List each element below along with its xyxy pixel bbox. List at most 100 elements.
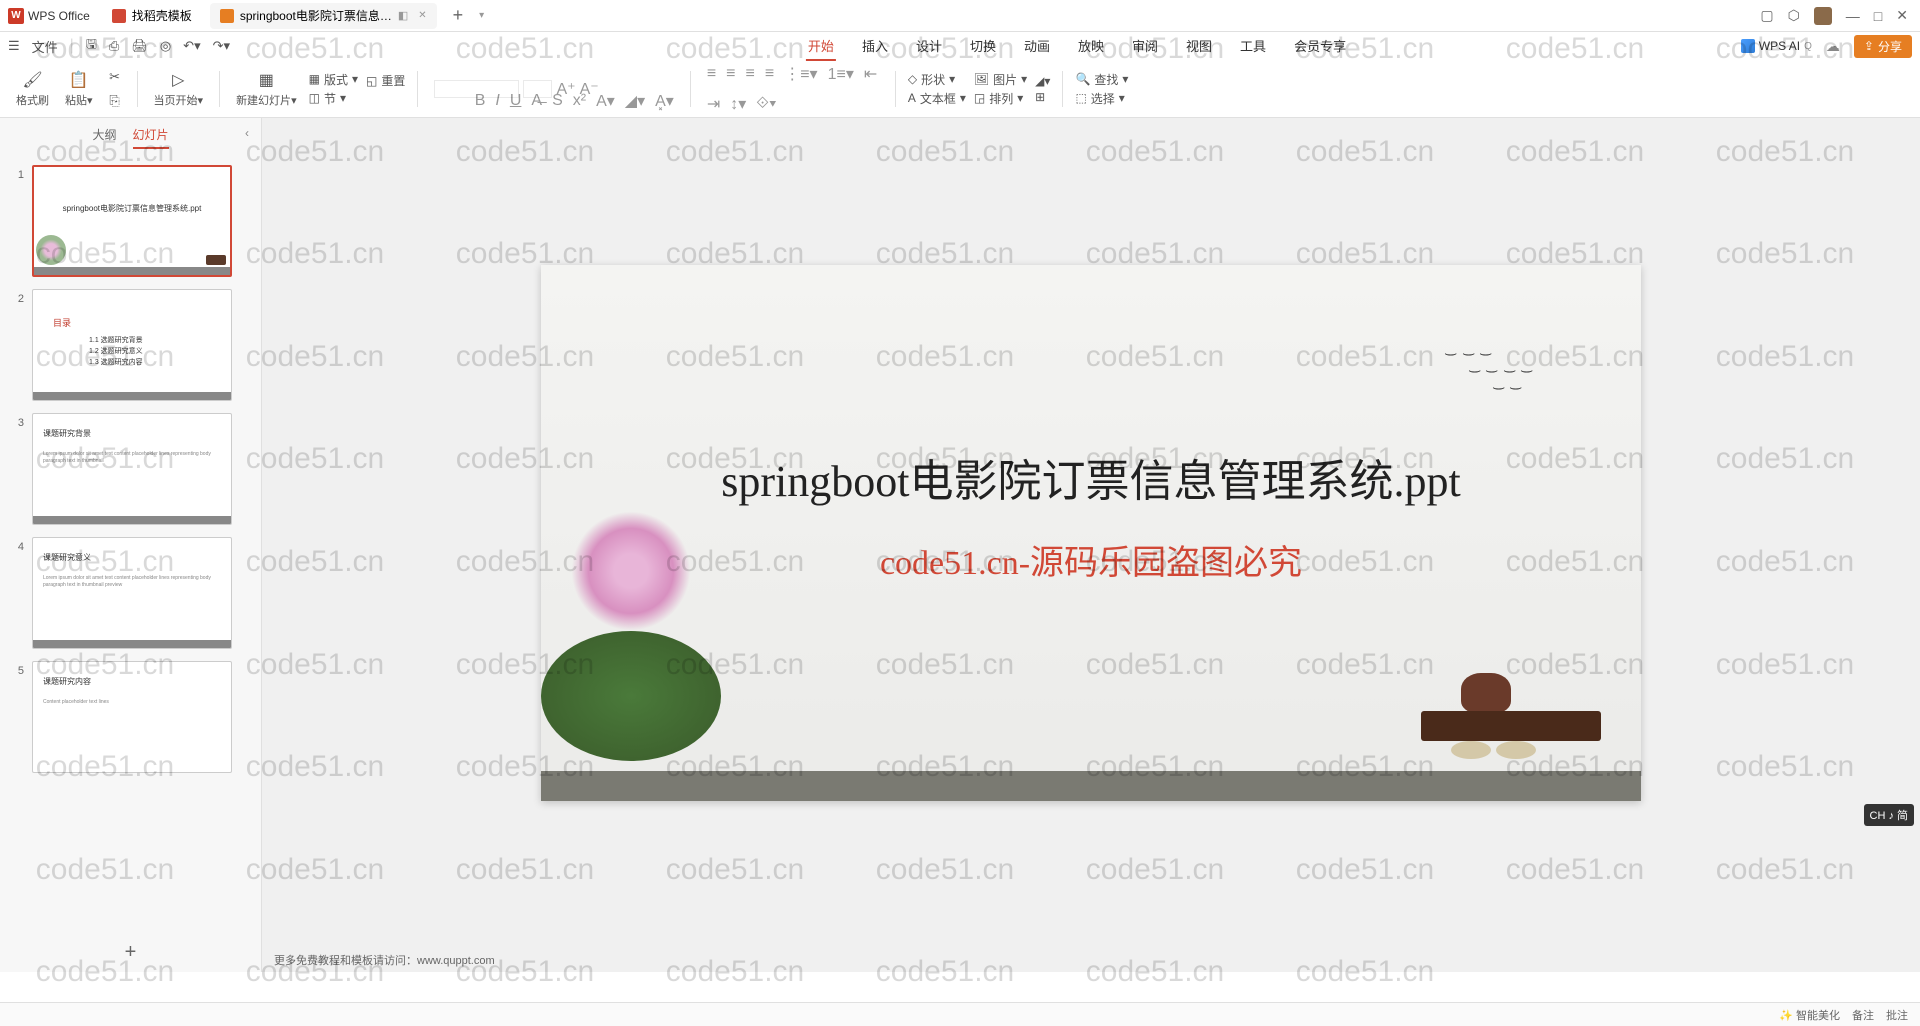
ribbon: 🖌 格式刷 📋 粘贴▾ ✂ ⎘ ▷ 当页开始▾ ▦ 新建幻灯片▾ ▦ 版式▾ ◫… (0, 60, 1920, 118)
underline-icon[interactable]: U (510, 92, 522, 110)
ribbon-layout[interactable]: ▦ 版式▾ (309, 71, 358, 88)
menu-insert[interactable]: 插入 (860, 32, 890, 61)
export-icon[interactable]: ⎙ (109, 38, 119, 54)
menu-transition[interactable]: 切换 (968, 32, 998, 61)
indent-dec-icon[interactable]: ⇤ (864, 64, 877, 84)
close-button[interactable]: ✕ (1896, 7, 1908, 24)
align-center-icon[interactable]: ≡ (726, 65, 735, 83)
tab-label: 找稻壳模板 (132, 7, 192, 24)
menu-icon[interactable]: ☰ (8, 38, 20, 54)
maximize-button[interactable]: □ (1874, 8, 1882, 24)
window-icon-2[interactable]: ⬡ (1788, 7, 1800, 24)
align-justify-icon[interactable]: ≡ (765, 65, 774, 83)
lotus-decoration (541, 481, 721, 761)
menu-member[interactable]: 会员专享 (1292, 32, 1348, 61)
collapse-panel-icon[interactable]: ‹ (245, 126, 249, 140)
menu-tools[interactable]: 工具 (1238, 32, 1268, 61)
app-name: WPS Office (28, 9, 90, 23)
superscript-icon[interactable]: x² (573, 92, 586, 110)
ribbon-section[interactable]: ◫ 节▾ (309, 90, 358, 107)
wps-ai-button[interactable]: WPS AI Q (1741, 39, 1812, 53)
thumb-1[interactable]: springboot电影院订票信息管理系统.ppt (32, 165, 232, 277)
thumb-5[interactable]: 课题研究内容Content placeholder text lines (32, 661, 232, 773)
template-tab-icon (112, 9, 126, 23)
thumb-item[interactable]: 1 springboot电影院订票信息管理系统.ppt (12, 165, 249, 277)
indent-inc-icon[interactable]: ⇥ (707, 94, 720, 114)
menubar: 开始 插入 设计 切换 动画 放映 审阅 视图 工具 会员专享 WPS AI Q… (242, 35, 1912, 58)
window-icon-1[interactable]: ▢ (1760, 7, 1773, 24)
ribbon-reset[interactable]: ◱ 重置 (366, 72, 405, 89)
ribbon-textbox[interactable]: A 文本框▾ (908, 90, 966, 107)
thumb-4[interactable]: 课题研究意义Lorem ipsum dolor sit amet text co… (32, 537, 232, 649)
ribbon-arrange[interactable]: ◲ 排列▾ (974, 90, 1027, 107)
paste-icon: 📋 (69, 70, 89, 90)
italic-icon[interactable]: I (495, 92, 499, 110)
print-icon[interactable]: 🖨 (131, 38, 148, 54)
line-spacing-icon[interactable]: ↕▾ (730, 94, 746, 114)
cut-icon[interactable]: ✂ (105, 67, 125, 87)
clear-format-icon[interactable]: A͓▾ (655, 91, 674, 111)
numbering-icon[interactable]: 1≡▾ (828, 64, 854, 84)
cloud-icon[interactable]: ☁ (1826, 38, 1840, 55)
status-comments[interactable]: 批注 (1886, 1007, 1908, 1023)
quick-access-bar: ☰ 文件 | 🖫 ⎙ 🖨 ◎ ↶▾ ↷▾ 开始 插入 设计 切换 动画 放映 审… (0, 32, 1920, 60)
user-avatar-icon[interactable] (1814, 7, 1832, 25)
strikethrough-icon[interactable]: S (552, 92, 563, 110)
tab-comment-icon[interactable]: ◧ (398, 9, 408, 22)
add-tab-button[interactable]: + (445, 5, 472, 26)
outline-tab[interactable]: 大纲 (92, 126, 116, 149)
copy-icon[interactable]: ⎘ (105, 91, 125, 111)
add-slide-button[interactable]: + (0, 933, 261, 972)
menu-review[interactable]: 审阅 (1130, 32, 1160, 61)
canvas-area: ⌣⌣⌣ ⌣⌣⌣⌣ ⌣⌣ springboot电影院订票信息管理系统.ppt co… (262, 118, 1920, 972)
ribbon-paste[interactable]: 📋 粘贴▾ (61, 70, 97, 108)
undo-icon[interactable]: ↶▾ (183, 38, 200, 54)
ribbon-picture[interactable]: 🖼 图片▾ (974, 71, 1027, 88)
font-color-icon[interactable]: A▾ (596, 91, 615, 111)
thumb-item[interactable]: 2 目录 1.1 选题研究背景 1.2 选题研究意义 1.3 选题研究内容 (12, 289, 249, 401)
ribbon-new-slide[interactable]: ▦ 新建幻灯片▾ (232, 70, 301, 108)
menu-slideshow[interactable]: 放映 (1076, 32, 1106, 61)
thumb-item[interactable]: 5 课题研究内容Content placeholder text lines (12, 661, 249, 773)
tab-dropdown-icon[interactable]: ▾ (479, 10, 484, 21)
ribbon-select[interactable]: ⬚ 选择▾ (1075, 90, 1128, 107)
minimize-button[interactable]: — (1846, 8, 1860, 24)
close-icon[interactable]: ✕ (418, 10, 426, 21)
bold-icon[interactable]: B (475, 92, 486, 110)
menu-design[interactable]: 设计 (914, 32, 944, 61)
align-left-icon[interactable]: ≡ (707, 65, 716, 83)
preview-icon[interactable]: ◎ (160, 38, 171, 54)
ribbon-fill-icon[interactable]: ◢▾ (1035, 74, 1050, 88)
thumb-item[interactable]: 4 课题研究意义Lorem ipsum dolor sit amet text … (12, 537, 249, 649)
thumb-2[interactable]: 目录 1.1 选题研究背景 1.2 选题研究意义 1.3 选题研究内容 (32, 289, 232, 401)
text-direction-icon[interactable]: ⟐▾ (756, 95, 776, 113)
tab-templates[interactable]: 找稻壳模板 (102, 3, 202, 29)
align-right-icon[interactable]: ≡ (746, 65, 755, 83)
slide-canvas[interactable]: ⌣⌣⌣ ⌣⌣⌣⌣ ⌣⌣ springboot电影院订票信息管理系统.ppt co… (541, 265, 1641, 801)
share-button[interactable]: ⇪ 分享 (1854, 35, 1912, 58)
menu-animation[interactable]: 动画 (1022, 32, 1052, 61)
thumb-3[interactable]: 课题研究背景Lorem ipsum dolor sit amet text co… (32, 413, 232, 525)
ribbon-group-icon[interactable]: ⊞ (1035, 90, 1050, 104)
status-beautify[interactable]: ✨ 智能美化 (1779, 1007, 1840, 1023)
menu-start[interactable]: 开始 (806, 32, 836, 61)
menu-view[interactable]: 视图 (1184, 32, 1214, 61)
status-notes[interactable]: 备注 (1852, 1007, 1874, 1023)
ribbon-from-current[interactable]: ▷ 当页开始▾ (150, 70, 208, 108)
ribbon-shape[interactable]: ◇ 形状▾ (908, 71, 966, 88)
ribbon-find[interactable]: 🔍 查找▾ (1075, 71, 1128, 88)
thumb-item[interactable]: 3 课题研究背景Lorem ipsum dolor sit amet text … (12, 413, 249, 525)
strike-icon[interactable]: A̶ (531, 92, 542, 110)
share-label: 分享 (1878, 38, 1902, 55)
ime-indicator[interactable]: CH ♪ 简 (1864, 804, 1915, 826)
slides-tab[interactable]: 幻灯片 (133, 126, 169, 149)
save-icon[interactable]: 🖫 (86, 35, 97, 57)
redo-icon[interactable]: ↷▾ (213, 38, 230, 54)
slide-panel: 大纲 幻灯片 ‹ 1 springboot电影院订票信息管理系统.ppt 2 目… (0, 118, 262, 972)
tab-document[interactable]: springboot电影院订票信息… ◧ ✕ (210, 3, 437, 29)
bullets-icon[interactable]: ⋮≡▾ (784, 64, 817, 84)
ribbon-format-painter[interactable]: 🖌 格式刷 (12, 70, 53, 108)
highlight-icon[interactable]: ◢▾ (625, 91, 645, 111)
titlebar: W WPS Office 找稻壳模板 springboot电影院订票信息… ◧ … (0, 0, 1920, 32)
file-menu[interactable]: 文件 (32, 37, 58, 56)
